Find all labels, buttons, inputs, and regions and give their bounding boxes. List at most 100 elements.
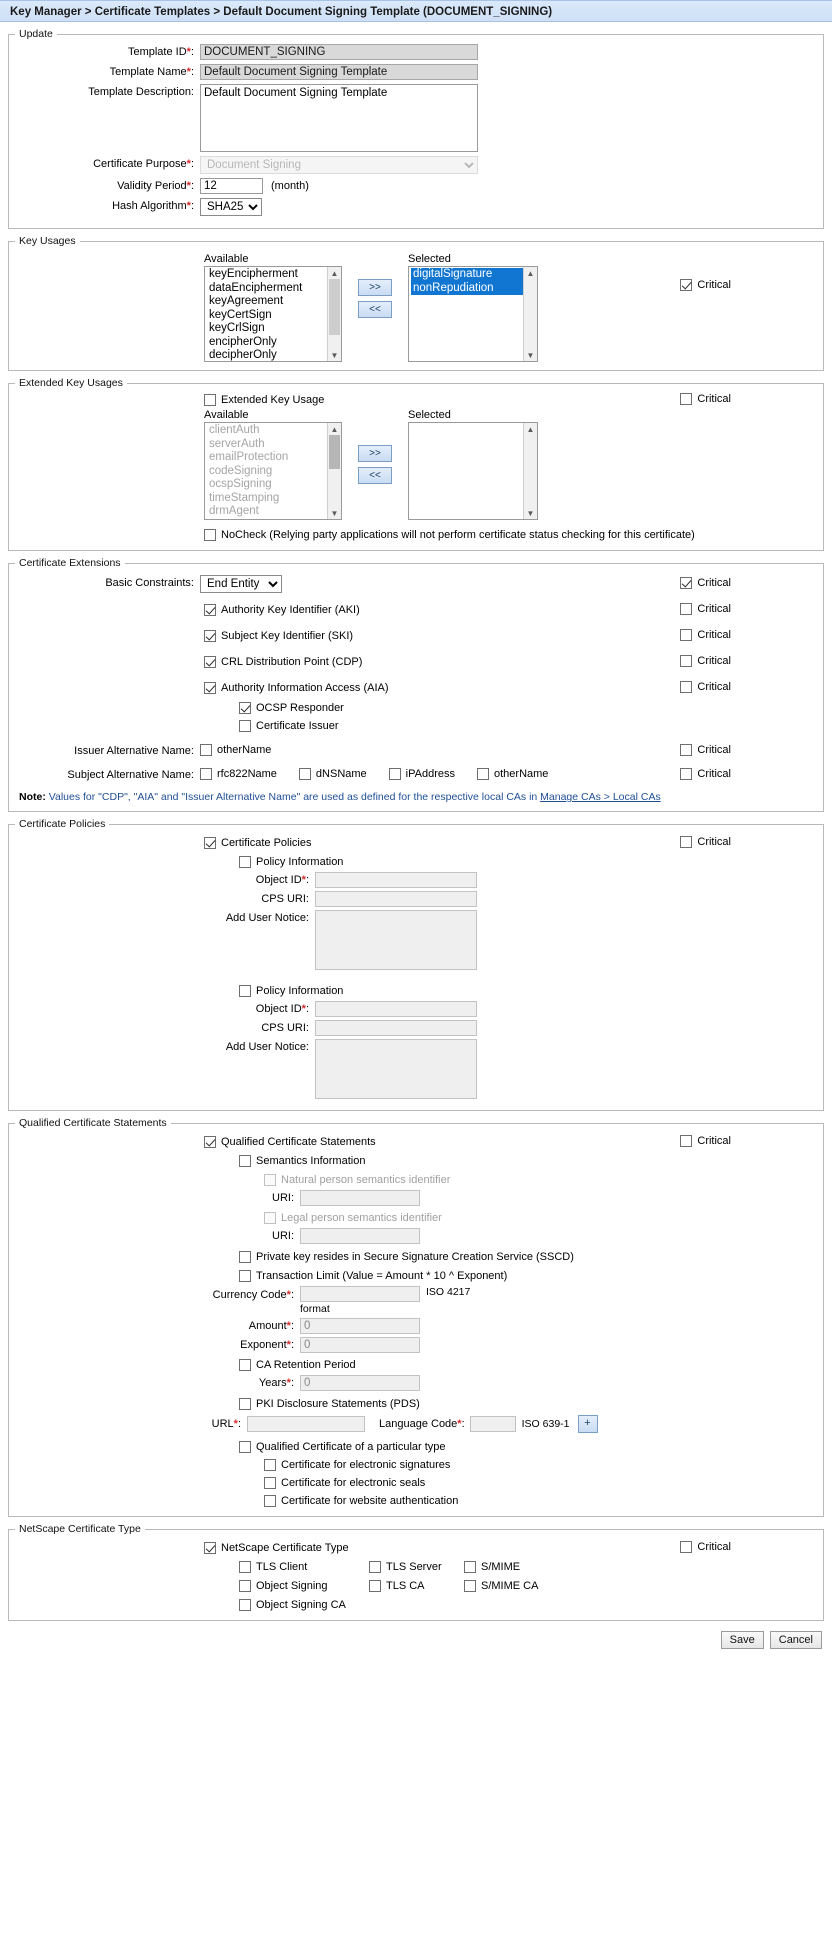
basic-constraints-critical-checkbox[interactable]: [680, 577, 693, 589]
years-input[interactable]: [300, 1375, 420, 1391]
netscape-option-5-checkbox[interactable]: [464, 1580, 476, 1592]
key-usages-critical-checkbox[interactable]: [680, 279, 693, 291]
aia-child-1-checkbox[interactable]: [239, 720, 251, 732]
netscape-option-6-checkbox[interactable]: [239, 1599, 251, 1611]
cert-ext-2-checkbox[interactable]: [204, 656, 216, 668]
aia-child-0[interactable]: OCSP Responder: [239, 701, 823, 715]
breadcrumb[interactable]: Key Manager > Certificate Templates > De…: [0, 0, 832, 22]
cert-ext-1-critical[interactable]: Critical: [680, 629, 731, 641]
certificate-policies-critical[interactable]: Critical: [680, 836, 731, 848]
subject-alt-name-option-3-checkbox[interactable]: [477, 768, 489, 780]
qualified-type-option-2-checkbox[interactable]: [264, 1495, 276, 1507]
scroll-up-icon[interactable]: ▲: [328, 267, 341, 279]
netscape-critical-checkbox[interactable]: [680, 1541, 693, 1553]
eku-remove-button[interactable]: <<: [358, 467, 392, 484]
aia-child-1[interactable]: Certificate Issuer: [239, 719, 823, 733]
ca-retention[interactable]: CA Retention Period: [239, 1358, 823, 1372]
subject-alt-name-option-2[interactable]: iPAddress: [388, 767, 455, 781]
subject-alt-name-critical[interactable]: Critical: [680, 768, 731, 780]
template-description-textarea[interactable]: Default Document Signing Template: [200, 84, 478, 152]
scroll-up-icon[interactable]: ▲: [524, 267, 537, 279]
qualified-type[interactable]: Qualified Certificate of a particular ty…: [239, 1440, 823, 1454]
object-id-1-input[interactable]: [315, 1001, 477, 1017]
scroll-up-icon[interactable]: ▲: [524, 423, 537, 435]
pds-url-input[interactable]: [247, 1416, 365, 1432]
basic-constraints-select[interactable]: End Entity: [200, 575, 282, 593]
scrollbar-vertical[interactable]: ▲ ▼: [327, 423, 341, 519]
nocheck-checkbox[interactable]: [204, 529, 216, 541]
issuer-alt-name-critical-checkbox[interactable]: [680, 744, 693, 756]
scroll-thumb[interactable]: [329, 279, 340, 335]
currency-code-input[interactable]: [300, 1286, 420, 1302]
netscape-enable-checkbox[interactable]: [204, 1542, 216, 1554]
ca-retention-checkbox[interactable]: [239, 1359, 251, 1371]
cert-ext-0-critical[interactable]: Critical: [680, 603, 731, 615]
pds-checkbox[interactable]: [239, 1398, 251, 1410]
cancel-button[interactable]: Cancel: [769, 1631, 822, 1649]
netscape-option-6[interactable]: Object Signing CA: [239, 1598, 369, 1612]
list-item[interactable]: keyCrlSign: [207, 322, 341, 336]
scroll-down-icon[interactable]: ▼: [328, 349, 341, 361]
legal-person[interactable]: Legal person semantics identifier: [264, 1211, 823, 1225]
list-item[interactable]: emailProtection: [207, 451, 341, 465]
list-item[interactable]: clientAuth: [207, 424, 341, 438]
qualified-type-option-1[interactable]: Certificate for electronic seals: [264, 1476, 823, 1490]
issuer-alt-name-critical[interactable]: Critical: [680, 744, 731, 756]
pds-add-button[interactable]: +: [577, 1415, 598, 1433]
template-id-input[interactable]: [200, 44, 478, 60]
qualified-type-option-2[interactable]: Certificate for website authentication: [264, 1494, 823, 1508]
key-usages-add-button[interactable]: >>: [358, 279, 392, 296]
certificate-purpose-select[interactable]: Document Signing: [200, 156, 478, 174]
nocheck[interactable]: NoCheck (Relying party applications will…: [204, 528, 823, 542]
exponent-input[interactable]: [300, 1337, 420, 1353]
validity-period-input[interactable]: [200, 178, 263, 194]
cert-ext-3-critical[interactable]: Critical: [680, 681, 731, 693]
natural-person-uri-input[interactable]: [300, 1190, 420, 1206]
sscd-checkbox[interactable]: [239, 1251, 251, 1263]
scrollbar-vertical[interactable]: ▲ ▼: [523, 423, 537, 519]
key-usages-remove-button[interactable]: <<: [358, 301, 392, 318]
qualified-type-option-0-checkbox[interactable]: [264, 1459, 276, 1471]
qualified-type-option-1-checkbox[interactable]: [264, 1477, 276, 1489]
cert-ext-3-checkbox[interactable]: [204, 682, 216, 694]
key-usages-selected-listbox[interactable]: digitalSignature nonRepudiation ▲ ▼: [408, 266, 538, 362]
policy-information-1-checkbox[interactable]: [239, 985, 251, 997]
netscape-option-2[interactable]: S/MIME: [464, 1560, 584, 1574]
semantics-information[interactable]: Semantics Information: [239, 1154, 823, 1168]
scrollbar-vertical[interactable]: ▲ ▼: [327, 267, 341, 361]
qcs-critical[interactable]: Critical: [680, 1135, 731, 1147]
user-notice-0-input[interactable]: [315, 910, 477, 970]
cert-ext-2-critical-checkbox[interactable]: [680, 655, 693, 667]
policy-information-0-checkbox[interactable]: [239, 856, 251, 868]
list-item[interactable]: keyCertSign: [207, 309, 341, 323]
eku-available-listbox[interactable]: clientAuth serverAuth emailProtection codeS…: [204, 422, 342, 520]
cps-uri-0-input[interactable]: [315, 891, 477, 907]
list-item[interactable]: keyEncipherment: [207, 268, 341, 282]
netscape-option-3-checkbox[interactable]: [239, 1580, 251, 1592]
eku-selected-listbox[interactable]: ▲ ▼: [408, 422, 538, 520]
object-id-0-input[interactable]: [315, 872, 477, 888]
issuer-alt-name-option-0[interactable]: otherName: [200, 743, 271, 757]
netscape-critical[interactable]: Critical: [680, 1541, 731, 1553]
template-name-input[interactable]: [200, 64, 478, 80]
subject-alt-name-option-1-checkbox[interactable]: [298, 768, 311, 780]
netscape-option-4-checkbox[interactable]: [369, 1580, 381, 1592]
scroll-down-icon[interactable]: ▼: [328, 507, 341, 519]
netscape-option-0[interactable]: TLS Client: [239, 1560, 369, 1574]
list-item[interactable]: decipherOnly: [207, 349, 341, 361]
natural-person-checkbox[interactable]: [264, 1174, 276, 1186]
key-usages-critical[interactable]: Critical: [680, 279, 731, 291]
cps-uri-1-input[interactable]: [315, 1020, 477, 1036]
certificate-policies-enable-checkbox[interactable]: [204, 837, 216, 849]
sscd[interactable]: Private key resides in Secure Signature …: [239, 1250, 823, 1264]
scroll-down-icon[interactable]: ▼: [524, 349, 537, 361]
netscape-option-3[interactable]: Object Signing: [239, 1579, 369, 1593]
qualified-type-checkbox[interactable]: [239, 1441, 251, 1453]
qcs-critical-checkbox[interactable]: [680, 1135, 693, 1147]
language-code-input[interactable]: [469, 1416, 516, 1432]
cert-ext-3-critical-checkbox[interactable]: [680, 681, 693, 693]
user-notice-1-input[interactable]: [315, 1039, 477, 1099]
scroll-down-icon[interactable]: ▼: [524, 507, 537, 519]
subject-alt-name-critical-checkbox[interactable]: [680, 768, 693, 780]
transaction-limit[interactable]: Transaction Limit (Value = Amount * 10 ^…: [239, 1269, 823, 1283]
